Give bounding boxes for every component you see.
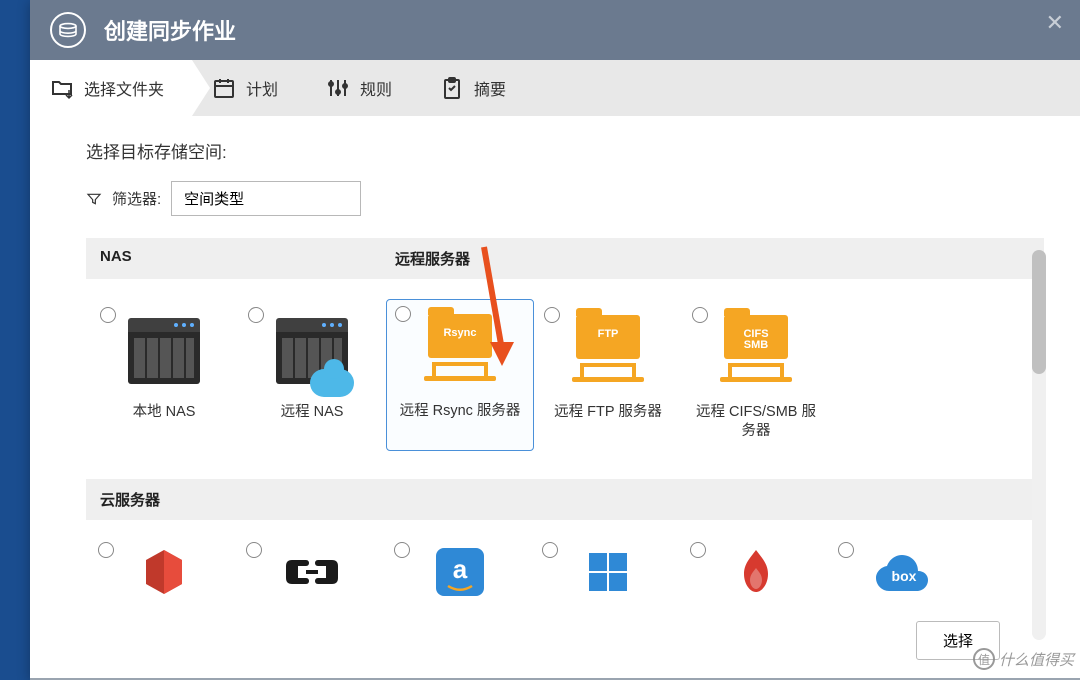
- cifs-server-icon: CIFS SMB: [690, 309, 822, 393]
- tab-schedule-label: 计划: [246, 76, 278, 100]
- option-rsync-server[interactable]: Rsync 远程 Rsync 服务器: [386, 299, 534, 451]
- section-heading: 选择目标存储空间:: [86, 138, 1044, 163]
- option-box[interactable]: box: [830, 540, 978, 598]
- group-header-servers: NAS 远程服务器: [86, 238, 1044, 279]
- tab-select-folder[interactable]: 选择文件夹: [30, 60, 192, 116]
- filter-label: 筛选器:: [112, 188, 161, 209]
- group-header-cloud: 云服务器: [86, 479, 1044, 520]
- storage-options-row: 本地 NAS 远程 NAS Rsync 远程 Rsync 服务器 FTP 远程 …: [86, 299, 1044, 479]
- cloud-options-row: a box: [86, 540, 1044, 598]
- filter-select[interactable]: 空间类型: [171, 181, 361, 216]
- option-ftp-server[interactable]: FTP 远程 FTP 服务器: [534, 299, 682, 451]
- tab-summary[interactable]: 摘要: [420, 60, 534, 116]
- watermark-text: 什么值得买: [999, 649, 1074, 670]
- svg-text:a: a: [453, 554, 468, 584]
- sync-app-icon: [50, 12, 86, 48]
- option-remote-nas[interactable]: 远程 NAS: [238, 299, 386, 451]
- tab-rules[interactable]: 规则: [306, 60, 420, 116]
- radio-icon: [542, 542, 558, 558]
- tab-summary-label: 摘要: [474, 76, 506, 100]
- scrollbar-thumb[interactable]: [1032, 250, 1046, 374]
- option-aws-s3[interactable]: [90, 540, 238, 598]
- dialog-title: 创建同步作业: [104, 14, 236, 46]
- radio-icon: [246, 542, 262, 558]
- wizard-steps: 选择文件夹 计划 规则 摘要: [30, 60, 1080, 116]
- clipboard-icon: [440, 76, 464, 100]
- content-area: 选择目标存储空间: 筛选器: 空间类型 NAS 远程服务器 本地 NAS 远程 …: [30, 116, 1080, 680]
- group-nas-label: NAS: [100, 248, 395, 269]
- svg-text:box: box: [892, 568, 917, 584]
- option-label: 远程 CIFS/SMB 服务器: [690, 403, 822, 441]
- sliders-icon: [326, 76, 350, 100]
- group-cloud-label: 云服务器: [100, 489, 160, 510]
- tab-select-folder-label: 选择文件夹: [84, 76, 164, 100]
- desktop-backdrop: [0, 0, 30, 680]
- option-alibaba-cloud[interactable]: [238, 540, 386, 598]
- option-local-nas[interactable]: 本地 NAS: [90, 299, 238, 451]
- radio-icon: [690, 542, 706, 558]
- vertical-scrollbar[interactable]: [1032, 250, 1046, 640]
- option-label: 远程 FTP 服务器: [542, 403, 674, 441]
- filter-icon: [86, 191, 102, 207]
- radio-icon: [838, 542, 854, 558]
- rsync-server-icon: Rsync: [393, 308, 527, 392]
- filter-row: 筛选器: 空间类型: [86, 181, 1044, 216]
- option-azure[interactable]: [534, 540, 682, 598]
- close-icon[interactable]: ✕: [1046, 10, 1064, 36]
- option-amazon-drive[interactable]: a: [386, 540, 534, 598]
- option-cifs-smb-server[interactable]: CIFS SMB 远程 CIFS/SMB 服务器: [682, 299, 830, 451]
- nas-device-icon: [98, 309, 230, 393]
- folder-icon: [50, 76, 74, 100]
- option-label: 远程 NAS: [246, 403, 378, 441]
- nas-cloud-icon: [246, 309, 378, 393]
- radio-icon: [394, 542, 410, 558]
- radio-icon: [98, 542, 114, 558]
- tab-rules-label: 规则: [360, 76, 392, 100]
- create-sync-job-dialog: 创建同步作业 ✕ 选择文件夹 计划 规则 摘要 选择目标存储空间: 筛选器: 空…: [30, 0, 1080, 680]
- option-label: 远程 Rsync 服务器: [393, 402, 527, 440]
- group-remote-label: 远程服务器: [395, 248, 470, 269]
- option-backblaze[interactable]: [682, 540, 830, 598]
- watermark: 值 什么值得买: [973, 648, 1074, 670]
- watermark-icon: 值: [973, 648, 995, 670]
- calendar-icon: [212, 76, 236, 100]
- titlebar: 创建同步作业 ✕: [30, 0, 1080, 60]
- option-label: 本地 NAS: [98, 403, 230, 441]
- ftp-server-icon: FTP: [542, 309, 674, 393]
